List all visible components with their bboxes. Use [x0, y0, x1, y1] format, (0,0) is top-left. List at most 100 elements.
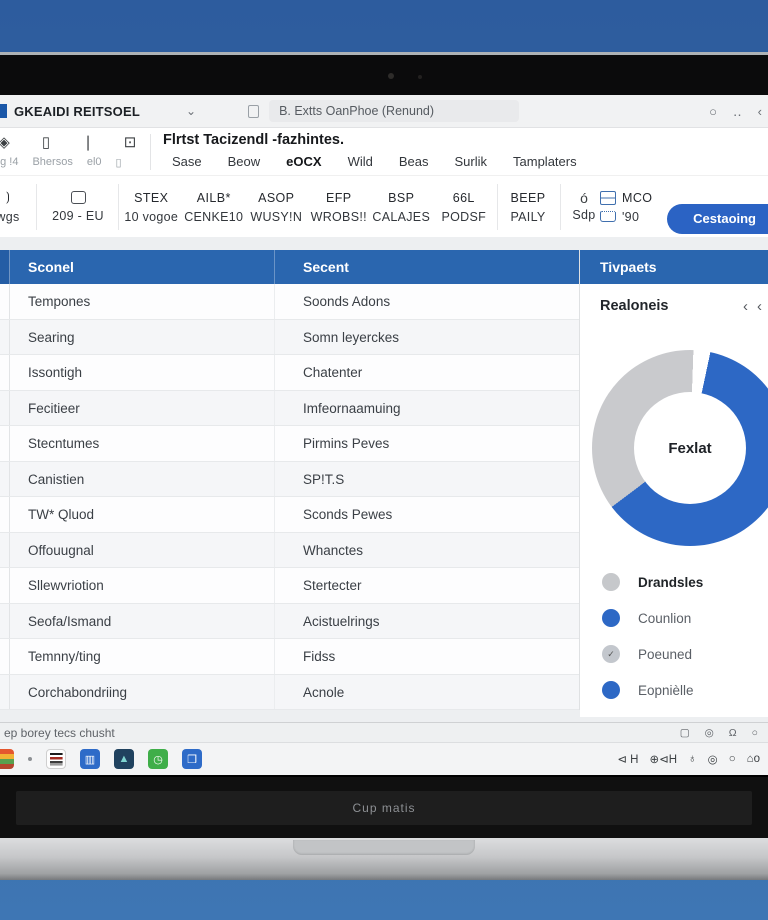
legend-label: Eopnièlle — [638, 682, 694, 698]
table-row[interactable]: Tempones Soonds Adons — [0, 284, 579, 320]
table-row[interactable]: Offouugnal Whanctes — [0, 532, 579, 568]
mail-app-icon[interactable]: ▲ — [114, 749, 134, 769]
stripes-app-icon[interactable] — [0, 749, 14, 769]
list-app-icon[interactable] — [46, 749, 66, 769]
table-row[interactable]: TW* Qluod Sconds Pewes — [0, 497, 579, 533]
menu-item[interactable]: eOCX — [286, 154, 321, 169]
toolbar-divider — [118, 184, 119, 230]
cell-sconel: Fecitieer — [10, 390, 275, 425]
prev-arrow-icon[interactable]: ‹ — [743, 298, 748, 315]
bezel-inner-panel: Cup matis — [16, 791, 752, 825]
row-gutter — [0, 355, 10, 390]
toolbar-item[interactable]: EFP WROBS!! — [308, 176, 371, 238]
people-app-icon[interactable]: ▥ — [80, 749, 100, 769]
tray-icon[interactable]: ◎ — [708, 752, 718, 766]
next-arrow-icon[interactable]: ‹ — [757, 298, 762, 315]
menu-item[interactable]: Tamplaters — [513, 154, 577, 169]
quick-action-caption: ng !4 — [0, 156, 19, 168]
vertical-divider — [150, 134, 151, 170]
comment-icon[interactable]: ⊡ — [120, 133, 140, 151]
table-row[interactable]: Fecitieer Imfeornaamuing — [0, 390, 579, 426]
more-options-icon[interactable]: ‥ — [733, 104, 742, 120]
cell-secent: SP!T.S — [303, 471, 345, 487]
table-row[interactable]: Seofa/Ismand Acistuelrings — [0, 603, 579, 639]
main-content: Sconel Secent Tempones Soonds Adons Sear… — [0, 237, 768, 722]
menu-item[interactable]: Sase — [172, 154, 202, 169]
chart-pagination: ‹ ‹ — [743, 298, 762, 315]
legend-label: Drandsles — [638, 574, 704, 590]
tray-icon[interactable]: ⌂o — [747, 753, 760, 765]
statusbar-icon[interactable]: Ω — [729, 727, 737, 739]
legend-item[interactable]: Drandsles — [580, 564, 768, 600]
quick-action-captions: ng !4 Bhersos el0 ▯ — [0, 156, 122, 169]
divider-bar-icon: ❘ — [81, 134, 95, 151]
table-row[interactable]: Stecntumes Pirmins Peves — [0, 426, 579, 462]
beep-paily-control[interactable]: BEEP PAILY — [497, 176, 559, 238]
legend-item[interactable]: Counlion — [580, 600, 768, 636]
menu-item[interactable]: Beow — [228, 154, 261, 169]
toolbar-left-group[interactable]: ⟯ wgs — [0, 176, 28, 238]
toolbar-item[interactable]: 66L PODSF — [433, 176, 496, 238]
cell-sconel: Searing — [10, 319, 275, 354]
row-gutter — [0, 319, 10, 354]
menu-item[interactable]: Wild — [348, 154, 373, 169]
collapse-icon[interactable]: ‹ — [758, 104, 762, 119]
table-row[interactable]: Canistien SP!T.S — [0, 461, 579, 497]
toolbar-item[interactable]: AILB* CENKE10 — [183, 176, 246, 238]
mco-control[interactable]: MCO '90 — [600, 176, 672, 238]
column-header-sconel[interactable]: Sconel — [10, 250, 275, 284]
table-row[interactable]: Issontigh Chatenter — [0, 355, 579, 391]
row-gutter — [0, 532, 10, 567]
statusbar-icon[interactable]: ▢ — [680, 727, 690, 739]
cell-secent: Stertecter — [303, 578, 362, 593]
stopwatch-icon: ó — [580, 189, 588, 206]
clock-app-icon[interactable]: ◷ — [148, 749, 168, 769]
cell-secent: Pirmins Peves — [303, 436, 390, 451]
legend-item[interactable]: ✓ Poeuned — [580, 636, 768, 672]
column-header-secent[interactable]: Secent — [275, 250, 579, 284]
row-gutter — [0, 284, 10, 319]
tray-icon[interactable]: ⊕⊲H — [649, 752, 677, 766]
tray-icon[interactable]: ○ — [729, 753, 736, 765]
table-row[interactable]: Sllewvriotion Stertecter — [0, 568, 579, 604]
row-gutter — [0, 390, 10, 425]
toolbar-item[interactable]: BSP CALAJES — [370, 176, 433, 238]
donut-hole: Fexlat — [634, 392, 746, 504]
account-circle-icon[interactable]: ○ — [709, 104, 717, 119]
data-table: Sconel Secent Tempones Soonds Adons Sear… — [0, 250, 580, 710]
statusbar-icon[interactable]: ◎ — [705, 727, 714, 739]
chevron-down-icon[interactable]: ⌄ — [186, 104, 196, 118]
legend-label: Counlion — [638, 610, 692, 626]
toolbar-item[interactable]: STEX 10 vogoe — [120, 176, 183, 238]
tray-icon[interactable]: ⊲ H — [617, 752, 638, 766]
quick-action-caption: el0 — [86, 156, 102, 168]
status-text: ep borey tecs chusht — [4, 725, 115, 740]
shield-icon[interactable]: ◈ — [0, 133, 14, 151]
cell-secent: Acistuelrings — [303, 613, 380, 629]
quick-action-icons: ◈ ▯ ❘ ⊡ — [0, 133, 140, 151]
app-name: GKEAIDI REITSOEL — [14, 103, 140, 119]
legend-item[interactable]: Eopnièlle — [580, 672, 768, 708]
table-row[interactable]: Searing Somn leyerckes — [0, 319, 579, 355]
table-row[interactable]: Temnny/ting Fidss — [0, 639, 579, 675]
tray-icon[interactable]: ♁ — [688, 753, 697, 765]
menu-item[interactable]: Surlik — [455, 154, 488, 169]
split-view-icon — [600, 190, 616, 205]
statusbar-icon[interactable]: ○ — [752, 727, 758, 739]
quick-action-caption: ▯ — [115, 157, 122, 169]
laptop-bottom-bezel: Cup matis — [0, 775, 768, 838]
toolbar-item[interactable]: ASOP WUSY!N — [245, 176, 308, 238]
primary-action-button[interactable]: Cestaoing — [667, 204, 768, 234]
document-tab[interactable]: B. Extts OanPhoe (Renund) — [269, 100, 520, 122]
pin-icon[interactable]: ▯ — [36, 133, 56, 151]
cell-sconel: Sllewvriotion — [10, 568, 275, 603]
document-icon — [248, 104, 260, 118]
legend-dot-icon — [602, 681, 620, 699]
cell-sconel: Offouugnal — [10, 532, 275, 567]
menu-item[interactable]: Beas — [399, 154, 429, 169]
toolbar-items: STEX 10 vogoe AILB* CENKE10 ASOP WUSY!N — [120, 176, 495, 238]
donut-chart: Fexlat — [592, 350, 768, 546]
browser-app-icon[interactable]: ❒ — [182, 749, 202, 769]
page-size-control[interactable]: 209 - EU — [38, 176, 118, 238]
table-row[interactable]: Corchabondriing Acnole — [0, 674, 579, 710]
